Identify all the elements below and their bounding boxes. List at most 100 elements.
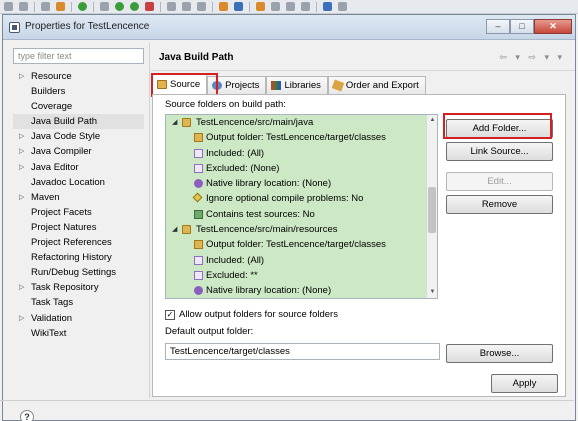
source-attribute-row[interactable]: Excluded: ** xyxy=(166,267,437,284)
test-source-icon xyxy=(194,209,203,219)
source-folder-row[interactable]: ◢ TestLencence/src/main/java xyxy=(166,115,437,131)
source-attribute-row[interactable]: Output folder: TestLencence/target/class… xyxy=(166,130,437,146)
tree-item-run-debug-settings[interactable]: Run/Debug Settings xyxy=(13,265,144,280)
annotation-icon[interactable] xyxy=(256,2,265,11)
tree-item-project-natures[interactable]: Project Natures xyxy=(13,220,144,235)
properties-icon xyxy=(9,22,20,33)
browse-button[interactable]: Browse... xyxy=(446,344,553,363)
tree-item-javadoc-location[interactable]: Javadoc Location xyxy=(13,175,144,190)
expand-arrow-icon[interactable]: ▷ xyxy=(19,69,24,84)
page-header: Java Build Path ⇦ ▾ ⇨ ▾ ▾ xyxy=(151,43,575,71)
search-icon[interactable] xyxy=(234,2,243,11)
remove-button[interactable]: Remove xyxy=(446,195,553,214)
scroll-up-arrow-icon[interactable]: ▲ xyxy=(427,115,437,126)
tree-item-validation[interactable]: ▷ Validation xyxy=(13,311,144,326)
open-type-icon[interactable] xyxy=(219,2,228,11)
coverage-icon[interactable] xyxy=(130,2,139,11)
tab-libraries[interactable]: Libraries xyxy=(266,76,328,94)
entry-text: Output folder: TestLencence/target/class… xyxy=(206,132,386,144)
tree-item-refactoring-history[interactable]: Refactoring History xyxy=(13,250,144,265)
scroll-thumb[interactable] xyxy=(428,187,436,233)
minimize-button[interactable]: – xyxy=(486,19,510,34)
native-library-icon xyxy=(194,179,203,189)
new-icon[interactable] xyxy=(4,2,13,11)
tree-item-resource[interactable]: ▷ Resource xyxy=(13,69,144,84)
pin-icon[interactable] xyxy=(271,2,280,11)
default-output-field[interactable] xyxy=(165,343,440,360)
link-source-button[interactable]: Link Source... xyxy=(446,142,553,161)
source-folders-tree[interactable]: ◢ TestLencence/src/main/java Output folder… xyxy=(165,114,438,299)
maximize-button[interactable]: □ xyxy=(510,19,534,34)
filter-icon xyxy=(194,163,203,173)
dialog-titlebar[interactable]: Properties for TestLencence – □ ✕ xyxy=(3,15,575,40)
tree-item-maven[interactable]: ▷ Maven xyxy=(13,190,144,205)
scroll-down-arrow-icon[interactable]: ▼ xyxy=(427,287,437,298)
libraries-icon xyxy=(271,81,282,90)
entry-text: TestLencence/src/main/java xyxy=(196,117,314,128)
java-perspective-icon[interactable] xyxy=(338,2,347,11)
allow-output-checkbox[interactable]: ✓ xyxy=(165,309,175,320)
tree-item-java-editor[interactable]: ▷ Java Editor xyxy=(13,160,144,175)
source-attribute-row[interactable]: Output folder: TestLencence/target/class… xyxy=(166,237,437,253)
edit-button[interactable]: Edit... xyxy=(446,172,553,191)
tree-item-coverage[interactable]: Coverage xyxy=(13,99,144,114)
collapse-arrow-icon[interactable]: ◢ xyxy=(172,115,177,130)
tree-item-project-facets[interactable]: Project Facets xyxy=(13,205,144,220)
entry-text: Included: (All) xyxy=(206,147,265,159)
toolbar-separator xyxy=(160,1,161,12)
help-icon[interactable]: ? xyxy=(20,410,34,421)
source-attribute-row[interactable]: Included: (All) xyxy=(166,252,437,268)
save-icon[interactable] xyxy=(19,2,28,11)
tree-item-task-repository[interactable]: ▷ Task Repository xyxy=(13,280,144,295)
expand-arrow-icon[interactable]: ▷ xyxy=(19,144,24,159)
new-class-icon[interactable] xyxy=(197,2,206,11)
entry-text: Native library location: (None) xyxy=(206,285,332,297)
source-attribute-row[interactable]: Ignore optional compile problems: No xyxy=(166,191,437,207)
perspective-icon[interactable] xyxy=(323,2,332,11)
expand-arrow-icon[interactable]: ▷ xyxy=(19,190,24,205)
print-icon[interactable] xyxy=(41,2,50,11)
allow-output-folders-option[interactable]: ✓ Allow output folders for source folder… xyxy=(165,309,338,320)
run-icon[interactable] xyxy=(115,2,124,11)
source-folders-label: Source folders on build path: xyxy=(165,99,286,110)
tree-item-wikitext[interactable]: WikiText xyxy=(13,326,144,341)
entry-text: TestLencence/src/main/resources xyxy=(196,224,338,236)
tree-item-task-tags[interactable]: Task Tags xyxy=(13,295,144,310)
external-tools-icon[interactable] xyxy=(145,2,154,11)
close-button[interactable]: ✕ xyxy=(534,19,572,34)
new-java-project-icon[interactable] xyxy=(167,2,176,11)
back-icon[interactable] xyxy=(286,2,295,11)
source-folders-rows: ◢ TestLencence/src/main/java Output folder… xyxy=(166,115,437,298)
expand-arrow-icon[interactable]: ▷ xyxy=(19,129,24,144)
expand-arrow-icon[interactable]: ▷ xyxy=(19,160,24,175)
build-icon[interactable] xyxy=(56,2,65,11)
expand-arrow-icon[interactable]: ▷ xyxy=(19,311,24,326)
expand-arrow-icon[interactable]: ▷ xyxy=(19,280,24,295)
tab-order-and-export[interactable]: Order and Export xyxy=(327,76,426,94)
debug-icon[interactable] xyxy=(100,2,109,11)
new-package-icon[interactable] xyxy=(182,2,191,11)
source-attribute-row[interactable]: Contains test sources: No xyxy=(166,206,437,223)
tree-item-java-compiler[interactable]: ▷ Java Compiler xyxy=(13,144,144,159)
page-nav-arrows[interactable]: ⇦ ▾ ⇨ ▾ ▾ xyxy=(499,52,565,63)
tree-item-java-code-style[interactable]: ▷ Java Code Style xyxy=(13,129,144,144)
tree-item-builders[interactable]: Builders xyxy=(13,84,144,99)
pane-divider[interactable] xyxy=(149,43,150,398)
forward-icon[interactable] xyxy=(301,2,310,11)
source-attribute-row[interactable]: Excluded: (None) xyxy=(166,160,437,177)
tree-scrollbar[interactable]: ▲ ▼ xyxy=(426,115,437,298)
source-folder-row[interactable]: ◢ TestLencence/src/main/resources xyxy=(166,222,437,238)
apply-button[interactable]: Apply xyxy=(491,374,558,393)
dialog-title: Properties for TestLencence xyxy=(25,21,150,32)
tree-item-project-references[interactable]: Project References xyxy=(13,235,144,250)
source-attribute-row[interactable]: Native library location: (None) xyxy=(166,176,437,192)
tree-item-java-build-path[interactable]: Java Build Path xyxy=(13,114,144,130)
tree-item-label: Maven xyxy=(31,191,60,203)
native-library-icon xyxy=(194,286,203,296)
server-icon[interactable] xyxy=(78,2,87,11)
filter-input[interactable] xyxy=(13,48,144,64)
collapse-arrow-icon[interactable]: ◢ xyxy=(172,222,177,237)
tab-label: Order and Export xyxy=(345,80,419,91)
source-attribute-row[interactable]: Included: (All) xyxy=(166,145,437,161)
source-attribute-row[interactable]: Native library location: (None) xyxy=(166,283,437,298)
